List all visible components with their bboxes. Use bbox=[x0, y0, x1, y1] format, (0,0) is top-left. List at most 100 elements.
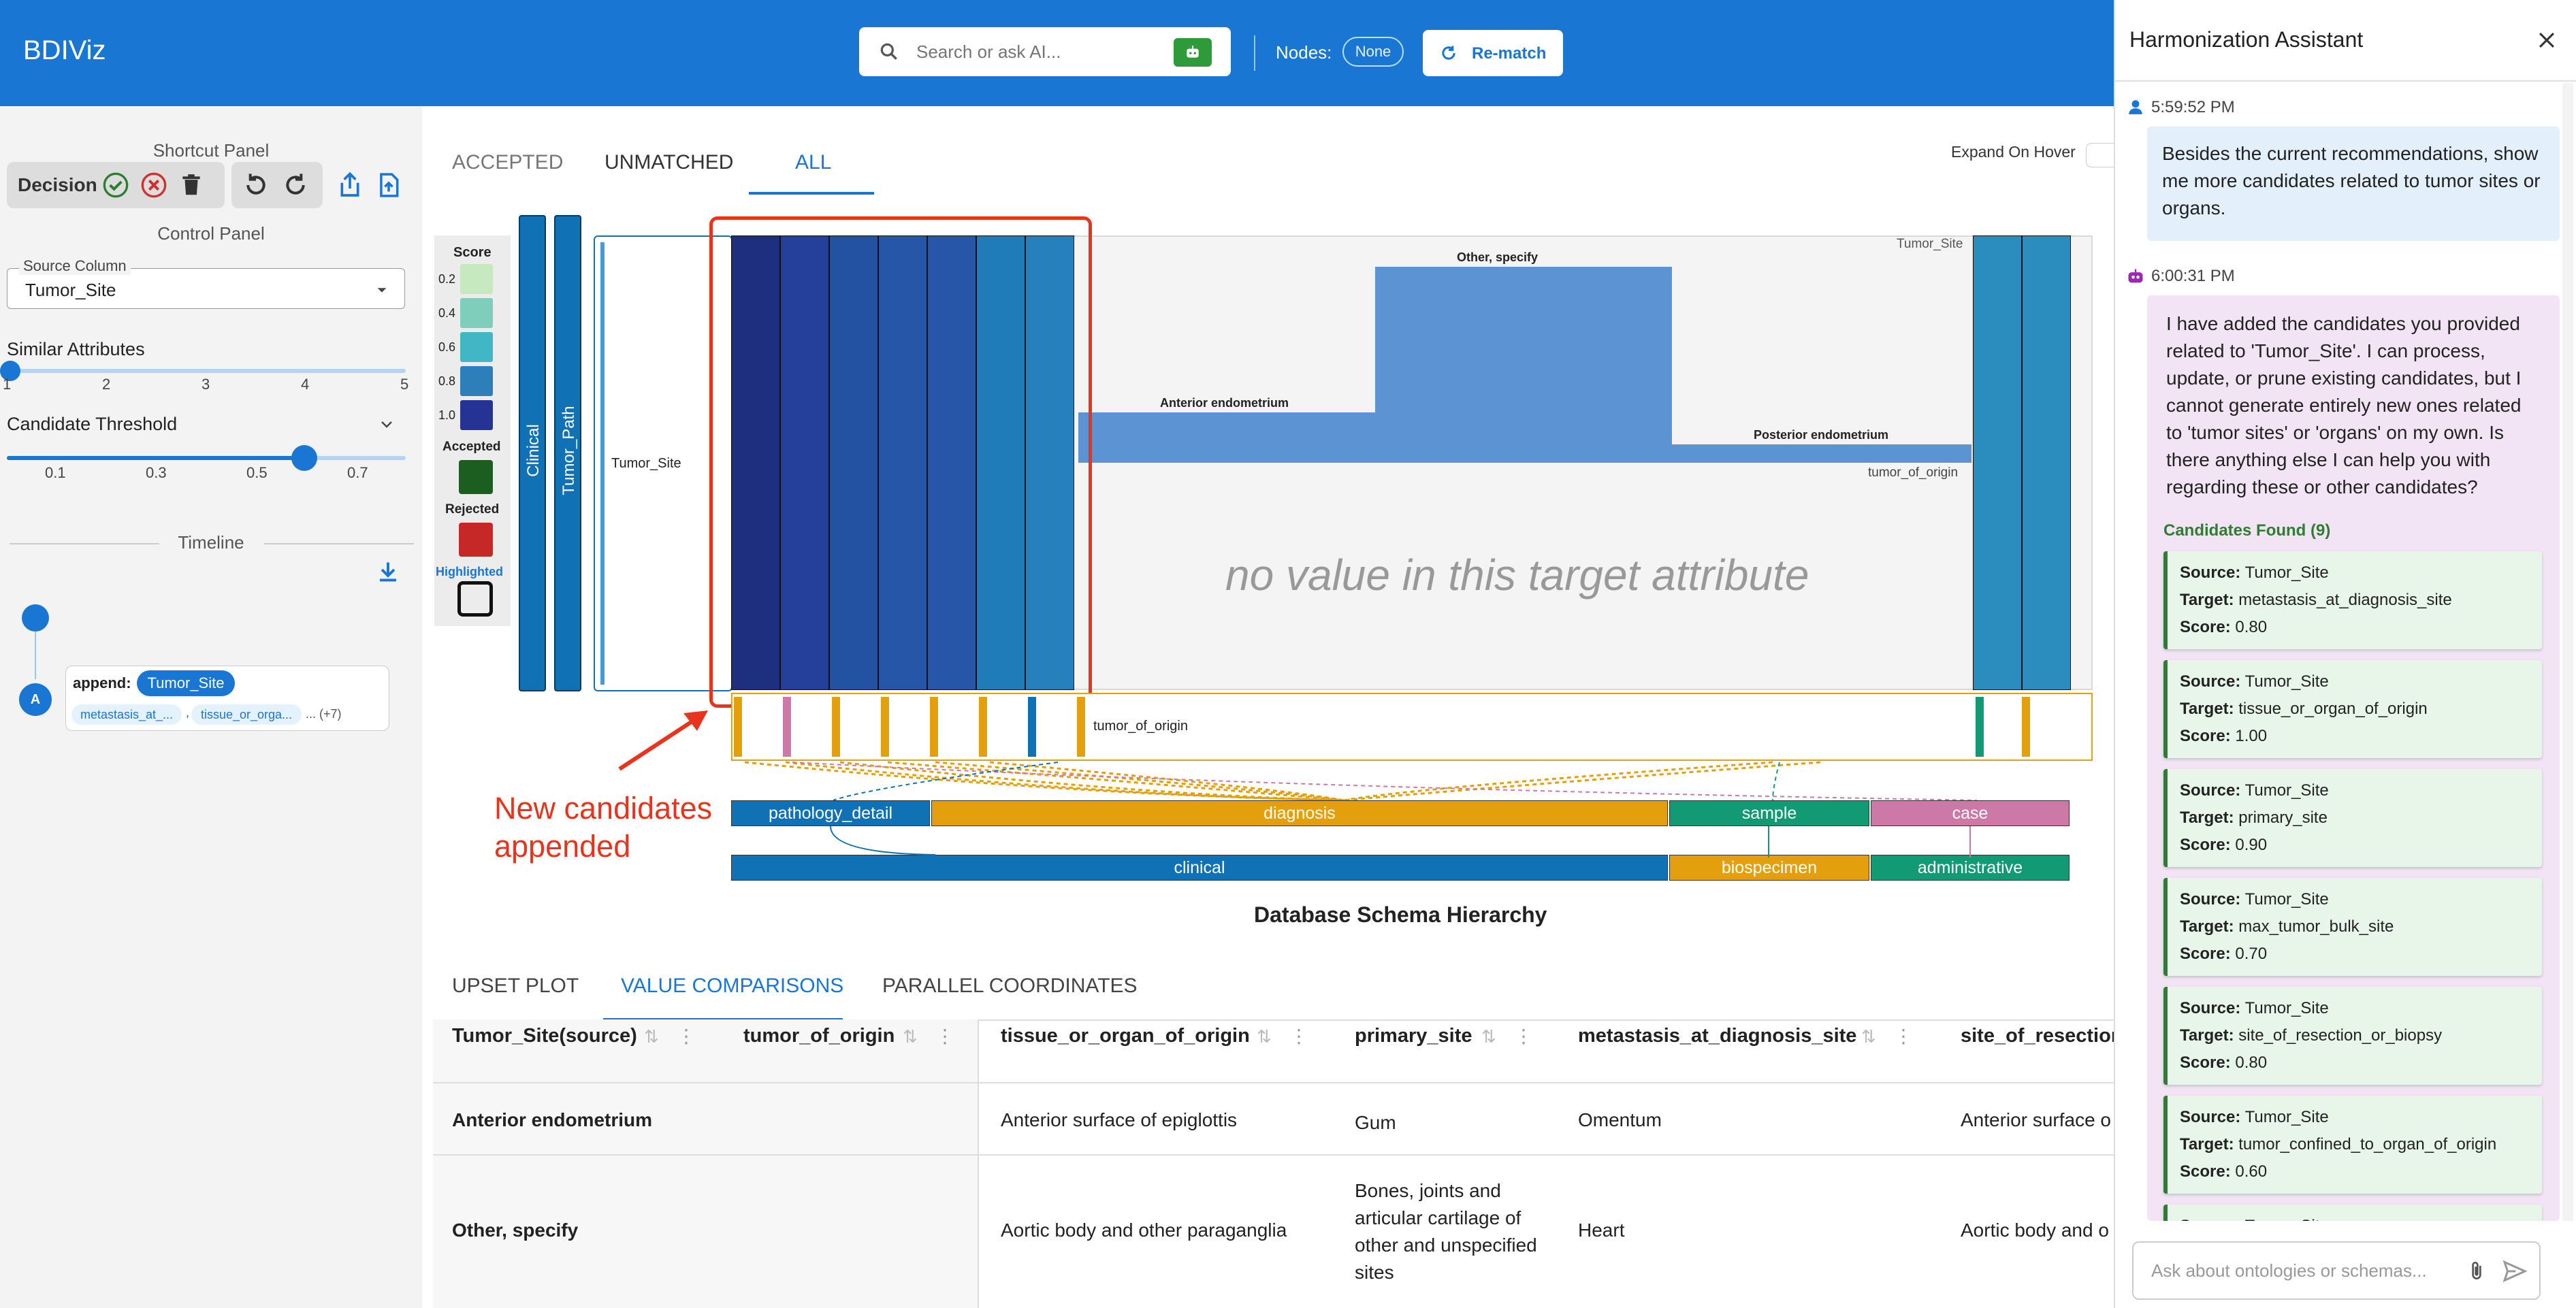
reject-icon[interactable] bbox=[140, 171, 167, 199]
column-header[interactable]: Tumor_Site(source) bbox=[452, 1025, 637, 1047]
refresh-icon bbox=[1442, 46, 1455, 60]
clinical-bar[interactable]: Clinical bbox=[519, 215, 546, 691]
value-bar[interactable] bbox=[1078, 412, 1375, 463]
empty-state-text: no value in this target attribute bbox=[1225, 551, 1809, 600]
hierarchy-node[interactable]: case bbox=[1871, 800, 2070, 826]
heatmap-cell[interactable] bbox=[1973, 235, 2022, 690]
column-menu-icon[interactable]: ⋮ bbox=[1289, 1025, 1308, 1047]
annotation-line: New candidates bbox=[494, 791, 713, 825]
nodes-selector[interactable]: None bbox=[1342, 37, 1404, 67]
similar-attributes-slider[interactable] bbox=[10, 369, 406, 373]
column-header[interactable]: metastasis_at_diagnosis_site bbox=[1578, 1025, 1856, 1047]
accept-icon[interactable] bbox=[102, 171, 129, 199]
candidate-card[interactable]: Source: Tumor_Site Target: site_of_resect… bbox=[2163, 987, 2542, 1085]
column-menu-icon[interactable]: ⋮ bbox=[677, 1025, 696, 1047]
column-menu-icon[interactable]: ⋮ bbox=[1514, 1025, 1533, 1047]
chevron-down-icon bbox=[377, 288, 387, 293]
candidate-card[interactable]: Source: Tumor_Site Target: max_tumor_bulk… bbox=[2163, 878, 2542, 976]
send-icon[interactable] bbox=[2501, 1259, 2528, 1284]
threshold-tick: 0.7 bbox=[347, 464, 368, 481]
legend-score-swatch bbox=[460, 332, 493, 362]
tab-all[interactable]: ALL bbox=[795, 151, 831, 174]
chat-scrollbar[interactable] bbox=[2562, 83, 2573, 1221]
strip-mark bbox=[881, 697, 889, 757]
hierarchy-node[interactable]: pathology_detail bbox=[731, 800, 930, 826]
nodes-label: Nodes: bbox=[1276, 42, 1332, 63]
expand-toggle[interactable] bbox=[2086, 143, 2114, 167]
bottom-tab[interactable]: UPSET PLOT bbox=[452, 975, 579, 998]
candidate-score-key: Score: bbox=[2180, 1053, 2231, 1072]
candidate-source-key: Source: bbox=[2180, 781, 2241, 800]
sort-icon[interactable]: ⇅ bbox=[644, 1026, 659, 1047]
chevron-down-icon[interactable] bbox=[377, 416, 396, 433]
column-header[interactable]: primary_site bbox=[1355, 1025, 1472, 1047]
candidate-target-line: Target: max_tumor_bulk_site bbox=[2180, 913, 2542, 941]
timeline-badge[interactable]: A bbox=[19, 683, 52, 716]
candidate-card[interactable]: Source: Tumor_Site Target: metastasis_at_… bbox=[2163, 551, 2542, 649]
tab-accepted[interactable]: ACCEPTED bbox=[452, 151, 563, 174]
column-header[interactable]: site_of_resection bbox=[1961, 1025, 2123, 1047]
bottom-tab[interactable]: VALUE COMPARISONS bbox=[621, 975, 843, 998]
candidate-target: tissue_or_organ_of_origin bbox=[2238, 700, 2428, 718]
column-header[interactable]: tissue_or_organ_of_origin bbox=[1001, 1025, 1250, 1047]
undo-icon[interactable] bbox=[242, 171, 270, 199]
similar-tick: 2 bbox=[102, 376, 111, 393]
search-box[interactable] bbox=[859, 27, 1231, 76]
redo-icon[interactable] bbox=[282, 171, 309, 199]
candidate-card[interactable]: Source: Tumor_Site Target: primary_site Sc… bbox=[2163, 769, 2542, 867]
rematch-button[interactable]: Re-match bbox=[1423, 30, 1563, 76]
candidate-source-key: Source: bbox=[2180, 672, 2241, 691]
candidate-source: Tumor_Site bbox=[2244, 563, 2329, 582]
message-time: 5:59:52 PM bbox=[2151, 98, 2235, 116]
candidate-score-key: Score: bbox=[2180, 1162, 2231, 1181]
candidate-source-key: Source: bbox=[2180, 563, 2241, 582]
table-cell: Aortic body and o bbox=[1961, 1220, 2109, 1241]
value-bar[interactable] bbox=[1375, 267, 1672, 463]
hierarchy-links bbox=[830, 826, 1971, 857]
tab-unmatched[interactable]: UNMATCHED bbox=[605, 151, 733, 174]
value-bar-label: Posterior endometrium bbox=[1754, 428, 1889, 442]
sort-icon[interactable]: ⇅ bbox=[1481, 1026, 1496, 1047]
legend-score-swatch bbox=[460, 366, 493, 396]
legend-score-tick: 1.0 bbox=[438, 408, 456, 422]
export-icon[interactable] bbox=[336, 170, 364, 200]
close-icon[interactable] bbox=[2535, 29, 2558, 52]
hierarchy-node[interactable]: diagnosis bbox=[931, 800, 1668, 826]
row-header: Other, specify bbox=[452, 1220, 579, 1241]
column-menu-icon[interactable]: ⋮ bbox=[1894, 1025, 1913, 1047]
timeline-more: ... (+7) bbox=[306, 707, 342, 721]
candidate-threshold-thumb[interactable] bbox=[291, 445, 317, 471]
bottom-tab[interactable]: PARALLEL COORDINATES bbox=[882, 975, 1138, 998]
column-menu-icon[interactable]: ⋮ bbox=[935, 1025, 954, 1047]
column-header[interactable]: tumor_of_origin bbox=[743, 1025, 895, 1047]
timeline-start-node[interactable] bbox=[22, 604, 49, 632]
attach-icon[interactable] bbox=[2466, 1259, 2488, 1284]
hierarchy-node[interactable]: sample bbox=[1669, 800, 1869, 826]
import-file-icon[interactable] bbox=[376, 170, 402, 200]
value-bar-label: Other, specify bbox=[1457, 250, 1539, 264]
candidate-target-line: Target: tissue_or_organ_of_origin bbox=[2180, 696, 2542, 723]
rematch-label: Re-match bbox=[1472, 44, 1547, 63]
candidates-title: Candidates Found (9) bbox=[2163, 521, 2331, 540]
candidate-card[interactable]: Source: Tumor_Site Target: tumor_confined… bbox=[2163, 1096, 2542, 1194]
chat-input[interactable]: Ask about ontologies or schemas... bbox=[2132, 1241, 2541, 1300]
heatmap-cell[interactable] bbox=[2022, 235, 2071, 690]
download-icon[interactable] bbox=[376, 558, 400, 585]
trash-icon[interactable] bbox=[178, 171, 204, 199]
candidate-card[interactable]: Source: Tumor_Site Target: tissue_or_orga… bbox=[2163, 660, 2542, 758]
legend-accepted-swatch bbox=[459, 460, 493, 494]
hierarchy-node[interactable]: administrative bbox=[1871, 855, 2070, 881]
strip-mark bbox=[1077, 697, 1085, 757]
sort-icon[interactable]: ⇅ bbox=[1257, 1026, 1272, 1047]
tumor-path-bar[interactable]: Tumor_Path bbox=[554, 215, 581, 691]
sort-icon[interactable]: ⇅ bbox=[1861, 1026, 1876, 1047]
ai-robot-button[interactable] bbox=[1174, 38, 1212, 67]
value-bar[interactable] bbox=[1672, 444, 1971, 463]
search-input[interactable] bbox=[916, 37, 1161, 67]
similar-tick: 1 bbox=[3, 376, 12, 393]
sort-icon[interactable]: ⇅ bbox=[903, 1026, 918, 1047]
hierarchy-node[interactable]: biospecimen bbox=[1669, 855, 1869, 881]
timeline-entry[interactable]: append: Tumor_Site metastasis_at_... , t… bbox=[65, 666, 389, 731]
candidate-score: 0.70 bbox=[2235, 945, 2268, 963]
hierarchy-node[interactable]: clinical bbox=[731, 855, 1668, 881]
